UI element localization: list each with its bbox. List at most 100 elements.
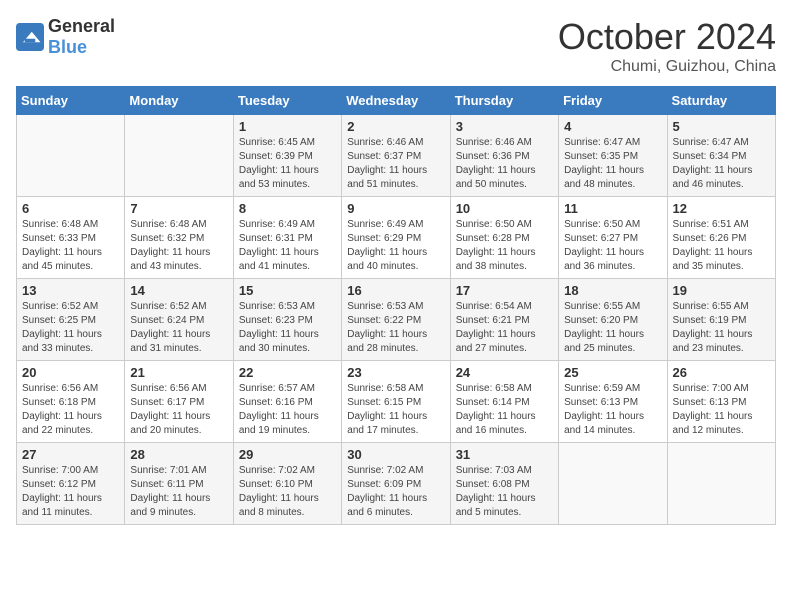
calendar-cell: 9 Sunrise: 6:49 AMSunset: 6:29 PMDaylight… <box>342 197 450 279</box>
day-content: Sunrise: 6:45 AMSunset: 6:39 PMDaylight:… <box>239 136 336 192</box>
day-number: 27 <box>22 447 119 462</box>
calendar-cell: 31 Sunrise: 7:03 AMSunset: 6:08 PMDayligh… <box>450 443 558 525</box>
page-header: General Blue October 2024 Chumi, Guizhou… <box>16 16 776 76</box>
day-number: 28 <box>130 447 227 462</box>
title-block: October 2024 Chumi, Guizhou, China <box>558 16 776 76</box>
day-number: 5 <box>673 119 770 134</box>
calendar-cell: 22Sunrise: 6:57 AMSunset: 6:16 PMDayligh… <box>233 361 341 443</box>
location-title: Chumi, Guizhou, China <box>558 58 776 76</box>
day-number: 15 <box>239 283 336 298</box>
day-content: Sunrise: 6:58 AMSunset: 6:14 PMDaylight:… <box>456 382 553 438</box>
calendar-cell: 6 Sunrise: 6:48 AMSunset: 6:33 PMDaylight… <box>17 197 125 279</box>
day-number: 2 <box>347 119 444 134</box>
calendar-week-row: 27Sunrise: 7:00 AMSunset: 6:12 PMDayligh… <box>17 443 776 525</box>
day-content: Sunrise: 6:49 AMSunset: 6:29 PMDaylight:… <box>347 218 444 274</box>
day-content: Sunrise: 6:47 AMSunset: 6:34 PMDaylight:… <box>673 136 770 192</box>
day-content: Sunrise: 6:48 AMSunset: 6:33 PMDaylight:… <box>22 218 119 274</box>
logo-blue-text: Blue <box>48 37 87 57</box>
month-title: October 2024 <box>558 16 776 58</box>
day-number: 29 <box>239 447 336 462</box>
weekday-header: Monday <box>125 87 233 115</box>
logo-icon <box>16 23 44 51</box>
calendar-cell: 28Sunrise: 7:01 AMSunset: 6:11 PMDayligh… <box>125 443 233 525</box>
day-content: Sunrise: 6:54 AMSunset: 6:21 PMDaylight:… <box>456 300 553 356</box>
calendar-cell: 1 Sunrise: 6:45 AMSunset: 6:39 PMDaylight… <box>233 115 341 197</box>
weekday-header-row: SundayMondayTuesdayWednesdayThursdayFrid… <box>17 87 776 115</box>
calendar-cell: 19 Sunrise: 6:55 AMSunset: 6:19 PMDayligh… <box>667 279 775 361</box>
calendar-cell: 8 Sunrise: 6:49 AMSunset: 6:31 PMDaylight… <box>233 197 341 279</box>
day-number: 30 <box>347 447 444 462</box>
day-content: Sunrise: 6:52 AMSunset: 6:25 PMDaylight:… <box>22 300 119 356</box>
day-content: Sunrise: 6:58 AMSunset: 6:15 PMDaylight:… <box>347 382 444 438</box>
weekday-header: Friday <box>559 87 667 115</box>
day-content: Sunrise: 6:59 AMSunset: 6:13 PMDaylight:… <box>564 382 661 438</box>
day-number: 31 <box>456 447 553 462</box>
day-content: Sunrise: 6:50 AMSunset: 6:27 PMDaylight:… <box>564 218 661 274</box>
day-number: 26 <box>673 365 770 380</box>
weekday-header: Thursday <box>450 87 558 115</box>
day-number: 4 <box>564 119 661 134</box>
weekday-header: Sunday <box>17 87 125 115</box>
logo-general-text: General <box>48 16 115 36</box>
day-number: 9 <box>347 201 444 216</box>
day-content: Sunrise: 7:00 AMSunset: 6:13 PMDaylight:… <box>673 382 770 438</box>
calendar-cell: 2Sunrise: 6:46 AMSunset: 6:37 PMDaylight… <box>342 115 450 197</box>
day-content: Sunrise: 7:02 AMSunset: 6:10 PMDaylight:… <box>239 464 336 520</box>
day-number: 16 <box>347 283 444 298</box>
calendar-cell: 23 Sunrise: 6:58 AMSunset: 6:15 PMDayligh… <box>342 361 450 443</box>
calendar-week-row: 6 Sunrise: 6:48 AMSunset: 6:33 PMDaylight… <box>17 197 776 279</box>
day-number: 21 <box>130 365 227 380</box>
calendar-cell: 18Sunrise: 6:55 AMSunset: 6:20 PMDayligh… <box>559 279 667 361</box>
calendar-cell: 14Sunrise: 6:52 AMSunset: 6:24 PMDayligh… <box>125 279 233 361</box>
day-number: 13 <box>22 283 119 298</box>
calendar-cell <box>559 443 667 525</box>
day-content: Sunrise: 6:50 AMSunset: 6:28 PMDaylight:… <box>456 218 553 274</box>
day-content: Sunrise: 6:55 AMSunset: 6:19 PMDaylight:… <box>673 300 770 356</box>
day-content: Sunrise: 7:03 AMSunset: 6:08 PMDaylight:… <box>456 464 553 520</box>
logo: General Blue <box>16 16 115 58</box>
day-number: 23 <box>347 365 444 380</box>
calendar-cell: 17 Sunrise: 6:54 AMSunset: 6:21 PMDayligh… <box>450 279 558 361</box>
calendar-cell: 15 Sunrise: 6:53 AMSunset: 6:23 PMDayligh… <box>233 279 341 361</box>
calendar-cell: 3Sunrise: 6:46 AMSunset: 6:36 PMDaylight… <box>450 115 558 197</box>
calendar-cell: 29 Sunrise: 7:02 AMSunset: 6:10 PMDayligh… <box>233 443 341 525</box>
day-number: 6 <box>22 201 119 216</box>
weekday-header: Saturday <box>667 87 775 115</box>
calendar-cell <box>667 443 775 525</box>
calendar-cell <box>17 115 125 197</box>
calendar-cell: 20 Sunrise: 6:56 AMSunset: 6:18 PMDayligh… <box>17 361 125 443</box>
day-number: 11 <box>564 201 661 216</box>
day-number: 19 <box>673 283 770 298</box>
day-content: Sunrise: 6:53 AMSunset: 6:23 PMDaylight:… <box>239 300 336 356</box>
calendar-week-row: 20 Sunrise: 6:56 AMSunset: 6:18 PMDayligh… <box>17 361 776 443</box>
day-content: Sunrise: 6:53 AMSunset: 6:22 PMDaylight:… <box>347 300 444 356</box>
day-content: Sunrise: 6:51 AMSunset: 6:26 PMDaylight:… <box>673 218 770 274</box>
day-content: Sunrise: 6:57 AMSunset: 6:16 PMDaylight:… <box>239 382 336 438</box>
day-content: Sunrise: 6:52 AMSunset: 6:24 PMDaylight:… <box>130 300 227 356</box>
calendar-cell <box>125 115 233 197</box>
weekday-header: Tuesday <box>233 87 341 115</box>
day-number: 1 <box>239 119 336 134</box>
calendar-cell: 12 Sunrise: 6:51 AMSunset: 6:26 PMDayligh… <box>667 197 775 279</box>
day-number: 24 <box>456 365 553 380</box>
day-content: Sunrise: 6:55 AMSunset: 6:20 PMDaylight:… <box>564 300 661 356</box>
day-content: Sunrise: 6:49 AMSunset: 6:31 PMDaylight:… <box>239 218 336 274</box>
day-content: Sunrise: 6:56 AMSunset: 6:18 PMDaylight:… <box>22 382 119 438</box>
weekday-header: Wednesday <box>342 87 450 115</box>
day-content: Sunrise: 6:56 AMSunset: 6:17 PMDaylight:… <box>130 382 227 438</box>
day-number: 7 <box>130 201 227 216</box>
calendar-week-row: 13 Sunrise: 6:52 AMSunset: 6:25 PMDayligh… <box>17 279 776 361</box>
calendar-cell: 25 Sunrise: 6:59 AMSunset: 6:13 PMDayligh… <box>559 361 667 443</box>
day-number: 17 <box>456 283 553 298</box>
day-number: 8 <box>239 201 336 216</box>
calendar-table: SundayMondayTuesdayWednesdayThursdayFrid… <box>16 86 776 525</box>
day-number: 25 <box>564 365 661 380</box>
day-content: Sunrise: 6:48 AMSunset: 6:32 PMDaylight:… <box>130 218 227 274</box>
day-number: 12 <box>673 201 770 216</box>
day-content: Sunrise: 6:46 AMSunset: 6:36 PMDaylight:… <box>456 136 553 192</box>
calendar-cell: 27Sunrise: 7:00 AMSunset: 6:12 PMDayligh… <box>17 443 125 525</box>
day-number: 20 <box>22 365 119 380</box>
calendar-cell: 7 Sunrise: 6:48 AMSunset: 6:32 PMDaylight… <box>125 197 233 279</box>
calendar-cell: 10Sunrise: 6:50 AMSunset: 6:28 PMDayligh… <box>450 197 558 279</box>
calendar-cell: 13 Sunrise: 6:52 AMSunset: 6:25 PMDayligh… <box>17 279 125 361</box>
